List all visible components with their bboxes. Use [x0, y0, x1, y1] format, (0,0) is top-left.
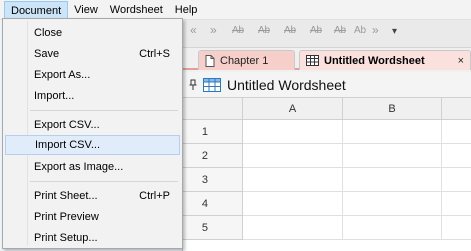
- forward-arrows-icon[interactable]: »: [210, 23, 217, 41]
- menu-item-label: Export As...: [34, 69, 91, 81]
- menu-item-shortcut: Ctrl+S: [139, 48, 170, 60]
- menu-item-label: Close: [34, 27, 63, 39]
- menu-item-export-csv[interactable]: Export CSV...: [5, 115, 180, 135]
- strikethrough-style-button[interactable]: Ab: [232, 25, 244, 41]
- tab-label: Chapter 1: [220, 54, 269, 67]
- grid-cell[interactable]: [442, 120, 471, 144]
- menu-separator: [30, 181, 178, 182]
- row-header[interactable]: 1: [183, 120, 243, 144]
- wordsheet-pane: Untitled Wordsheet A B 1 2 3 4 5: [182, 72, 471, 251]
- menu-item-label: Export as Image...: [34, 161, 124, 173]
- column-header-empty[interactable]: [442, 98, 471, 120]
- menu-item-label: Import...: [34, 90, 75, 102]
- strikethrough-style-button[interactable]: Ab: [258, 25, 270, 41]
- document-menu-dropdown: Close Save Ctrl+S Export As... Import...…: [2, 18, 183, 249]
- grid-cell[interactable]: [442, 192, 471, 216]
- grid-cell[interactable]: [442, 168, 471, 192]
- tab-label: Untitled Wordsheet: [324, 54, 425, 67]
- grid-cell[interactable]: [343, 168, 442, 192]
- menu-item-import[interactable]: Import...: [5, 86, 180, 106]
- menu-wordsheet[interactable]: Wordsheet: [104, 1, 169, 19]
- more-arrows-icon[interactable]: »: [372, 23, 379, 41]
- menu-item-label: Import CSV...: [35, 139, 101, 151]
- tab-untitled-wordsheet[interactable]: Untitled Wordsheet ×: [299, 50, 471, 70]
- grid-cell[interactable]: [243, 120, 343, 144]
- menu-item-label: Print Setup...: [34, 232, 98, 244]
- grid-cell[interactable]: [243, 216, 343, 240]
- strikethrough-style-button[interactable]: Ab: [284, 25, 296, 41]
- column-header-b[interactable]: B: [343, 98, 442, 120]
- menu-item-label: Save: [34, 48, 60, 60]
- row-header[interactable]: 2: [183, 144, 243, 168]
- strikethrough-style-button[interactable]: Ab: [310, 25, 322, 41]
- menu-item-shortcut: Ctrl+P: [139, 190, 170, 202]
- page-icon: [205, 54, 215, 67]
- document-tab-strip: Chapter 1 Untitled Wordsheet ×: [182, 48, 471, 70]
- grid-cell[interactable]: [243, 168, 343, 192]
- menu-help[interactable]: Help: [169, 1, 204, 19]
- row-header[interactable]: 4: [183, 192, 243, 216]
- style-button[interactable]: Ab: [354, 25, 366, 41]
- column-header-a[interactable]: A: [243, 98, 343, 120]
- grid-cell[interactable]: [243, 192, 343, 216]
- row-header[interactable]: 5: [183, 216, 243, 240]
- formatting-toolbar: « » Ab Ab Ab Ab Ab Ab » ▾: [182, 20, 471, 48]
- menu-separator: [30, 110, 178, 111]
- document-title: Untitled Wordsheet: [227, 76, 346, 93]
- toolbar-overflow-icon[interactable]: ▾: [392, 26, 397, 37]
- menu-item-label: Export CSV...: [34, 119, 100, 131]
- menu-view[interactable]: View: [68, 1, 104, 19]
- grid-cell[interactable]: [343, 216, 442, 240]
- menu-item-label: Print Sheet...: [34, 190, 98, 202]
- grid-cell[interactable]: [343, 192, 442, 216]
- grid-cell[interactable]: [442, 216, 471, 240]
- menu-item-print-sheet[interactable]: Print Sheet... Ctrl+P: [5, 186, 180, 206]
- table-icon: [306, 55, 319, 66]
- menu-item-save[interactable]: Save Ctrl+S: [5, 44, 180, 64]
- back-arrows-icon[interactable]: «: [190, 23, 197, 41]
- tab-chapter-1[interactable]: Chapter 1: [198, 50, 295, 70]
- pin-icon[interactable]: [189, 79, 197, 91]
- document-header: Untitled Wordsheet: [183, 72, 471, 98]
- grid-cell[interactable]: [243, 144, 343, 168]
- wordsheet-icon: [203, 77, 221, 92]
- menu-item-print-preview[interactable]: Print Preview: [5, 207, 180, 227]
- menu-item-print-setup[interactable]: Print Setup...: [5, 228, 180, 248]
- menu-item-import-csv[interactable]: Import CSV...: [5, 135, 180, 155]
- menu-item-close[interactable]: Close: [5, 23, 180, 43]
- menu-item-label: Print Preview: [34, 211, 99, 223]
- menu-item-export-as[interactable]: Export As...: [5, 65, 180, 85]
- grid-cell[interactable]: [343, 120, 442, 144]
- row-header[interactable]: 3: [183, 168, 243, 192]
- menu-document[interactable]: Document: [4, 0, 69, 19]
- strikethrough-style-button[interactable]: Ab: [334, 25, 346, 41]
- menu-item-export-as-image[interactable]: Export as Image...: [5, 157, 180, 177]
- grid-cell[interactable]: [442, 144, 471, 168]
- grid-cell[interactable]: [343, 144, 442, 168]
- menu-bar: Document View Wordsheet Help: [0, 0, 471, 20]
- close-icon[interactable]: ×: [458, 55, 464, 67]
- grid-corner[interactable]: [183, 98, 243, 120]
